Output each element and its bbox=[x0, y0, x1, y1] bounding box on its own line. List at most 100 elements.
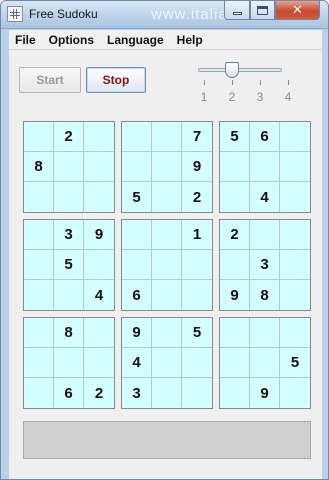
sudoku-cell[interactable]: 3 bbox=[250, 250, 280, 280]
sudoku-cell[interactable]: 2 bbox=[220, 220, 250, 250]
maximize-button[interactable] bbox=[250, 1, 275, 20]
sudoku-cell[interactable] bbox=[24, 318, 54, 348]
sudoku-cell[interactable] bbox=[152, 250, 182, 280]
sudoku-cell[interactable] bbox=[24, 280, 54, 310]
sudoku-cell[interactable] bbox=[24, 220, 54, 250]
menu-help[interactable]: Help bbox=[171, 33, 210, 47]
sudoku-cell[interactable] bbox=[84, 182, 114, 212]
sudoku-cell[interactable] bbox=[280, 250, 310, 280]
sudoku-cell[interactable] bbox=[152, 318, 182, 348]
sudoku-cell[interactable]: 5 bbox=[220, 122, 250, 152]
minimize-button[interactable] bbox=[224, 1, 250, 20]
sudoku-board: 2879525643954162398862954359 bbox=[23, 121, 319, 417]
sudoku-cell[interactable] bbox=[280, 220, 310, 250]
sudoku-cell[interactable] bbox=[152, 348, 182, 378]
sudoku-cell[interactable] bbox=[220, 182, 250, 212]
sudoku-cell[interactable] bbox=[152, 280, 182, 310]
sudoku-cell[interactable] bbox=[220, 318, 250, 348]
sudoku-cell[interactable] bbox=[182, 250, 212, 280]
sudoku-cell[interactable]: 8 bbox=[250, 280, 280, 310]
menu-options[interactable]: Options bbox=[43, 33, 101, 47]
slider-track[interactable] bbox=[198, 68, 282, 72]
sudoku-cell[interactable] bbox=[250, 220, 280, 250]
sudoku-cell[interactable] bbox=[84, 152, 114, 182]
sudoku-cell[interactable]: 1 bbox=[182, 220, 212, 250]
sudoku-cell[interactable]: 6 bbox=[250, 122, 280, 152]
sudoku-cell[interactable] bbox=[280, 182, 310, 212]
sudoku-cell[interactable] bbox=[122, 152, 152, 182]
sudoku-cell[interactable]: 9 bbox=[220, 280, 250, 310]
sudoku-cell[interactable] bbox=[280, 152, 310, 182]
sudoku-cell[interactable]: 9 bbox=[122, 318, 152, 348]
sudoku-cell[interactable] bbox=[54, 348, 84, 378]
sudoku-cell[interactable]: 3 bbox=[122, 378, 152, 408]
difficulty-slider[interactable]: 1 2 3 4 bbox=[194, 62, 291, 106]
sudoku-cell[interactable] bbox=[54, 182, 84, 212]
sudoku-cell[interactable] bbox=[280, 318, 310, 348]
sudoku-cell[interactable]: 5 bbox=[182, 318, 212, 348]
sudoku-cell[interactable] bbox=[220, 348, 250, 378]
stop-button[interactable]: Stop bbox=[86, 67, 146, 93]
sudoku-cell[interactable] bbox=[24, 348, 54, 378]
sudoku-cell[interactable]: 4 bbox=[250, 182, 280, 212]
slider-thumb[interactable] bbox=[225, 62, 239, 78]
sudoku-cell[interactable] bbox=[24, 122, 54, 152]
menu-language[interactable]: Language bbox=[101, 33, 171, 47]
sudoku-cell[interactable]: 7 bbox=[182, 122, 212, 152]
sudoku-cell[interactable] bbox=[152, 152, 182, 182]
close-icon: ✕ bbox=[292, 2, 303, 18]
sudoku-cell[interactable] bbox=[152, 378, 182, 408]
sudoku-cell[interactable]: 2 bbox=[54, 122, 84, 152]
slider-label-1: 1 bbox=[200, 90, 208, 104]
sudoku-cell[interactable] bbox=[220, 250, 250, 280]
sudoku-cell[interactable] bbox=[84, 250, 114, 280]
sudoku-cell[interactable] bbox=[84, 318, 114, 348]
sudoku-cell[interactable] bbox=[152, 122, 182, 152]
sudoku-cell[interactable] bbox=[250, 348, 280, 378]
sudoku-cell[interactable] bbox=[84, 348, 114, 378]
close-button[interactable]: ✕ bbox=[275, 1, 320, 20]
sudoku-cell[interactable]: 6 bbox=[122, 280, 152, 310]
title-bar[interactable]: Free Sudoku www.italiasw.com ✕ bbox=[1, 1, 328, 29]
sudoku-cell[interactable] bbox=[54, 152, 84, 182]
sudoku-cell[interactable]: 9 bbox=[182, 152, 212, 182]
sudoku-cell[interactable] bbox=[280, 122, 310, 152]
sudoku-cell[interactable]: 5 bbox=[54, 250, 84, 280]
sudoku-cell[interactable]: 5 bbox=[280, 348, 310, 378]
sudoku-cell[interactable] bbox=[122, 220, 152, 250]
sudoku-cell[interactable] bbox=[152, 220, 182, 250]
sudoku-cell[interactable]: 2 bbox=[182, 182, 212, 212]
sudoku-cell[interactable] bbox=[250, 318, 280, 348]
sudoku-cell[interactable] bbox=[152, 182, 182, 212]
sudoku-cell[interactable] bbox=[280, 280, 310, 310]
start-button[interactable]: Start bbox=[19, 67, 81, 93]
sudoku-cell[interactable] bbox=[182, 348, 212, 378]
sudoku-cell[interactable] bbox=[24, 250, 54, 280]
sudoku-cell[interactable] bbox=[220, 152, 250, 182]
sudoku-cell[interactable] bbox=[182, 280, 212, 310]
sudoku-cell[interactable]: 5 bbox=[122, 182, 152, 212]
sudoku-cell[interactable] bbox=[250, 152, 280, 182]
sudoku-cell[interactable] bbox=[24, 182, 54, 212]
menu-file[interactable]: File bbox=[9, 33, 43, 47]
sudoku-cell[interactable] bbox=[122, 122, 152, 152]
sudoku-cell[interactable]: 3 bbox=[54, 220, 84, 250]
sudoku-cell[interactable] bbox=[220, 378, 250, 408]
sudoku-cell[interactable] bbox=[182, 378, 212, 408]
slider-tick bbox=[288, 80, 289, 85]
sudoku-cell[interactable]: 4 bbox=[84, 280, 114, 310]
sudoku-cell[interactable]: 6 bbox=[54, 378, 84, 408]
sudoku-cell[interactable]: 4 bbox=[122, 348, 152, 378]
sudoku-cell[interactable]: 9 bbox=[250, 378, 280, 408]
sudoku-cell[interactable] bbox=[122, 250, 152, 280]
sudoku-cell[interactable]: 2 bbox=[84, 378, 114, 408]
slider-label-2: 2 bbox=[228, 90, 236, 104]
sudoku-cell[interactable]: 9 bbox=[84, 220, 114, 250]
sudoku-cell[interactable]: 8 bbox=[54, 318, 84, 348]
sudoku-block: 9543 bbox=[121, 317, 213, 409]
sudoku-cell[interactable] bbox=[84, 122, 114, 152]
sudoku-cell[interactable] bbox=[54, 280, 84, 310]
sudoku-cell[interactable] bbox=[24, 378, 54, 408]
sudoku-cell[interactable]: 8 bbox=[24, 152, 54, 182]
sudoku-cell[interactable] bbox=[280, 378, 310, 408]
